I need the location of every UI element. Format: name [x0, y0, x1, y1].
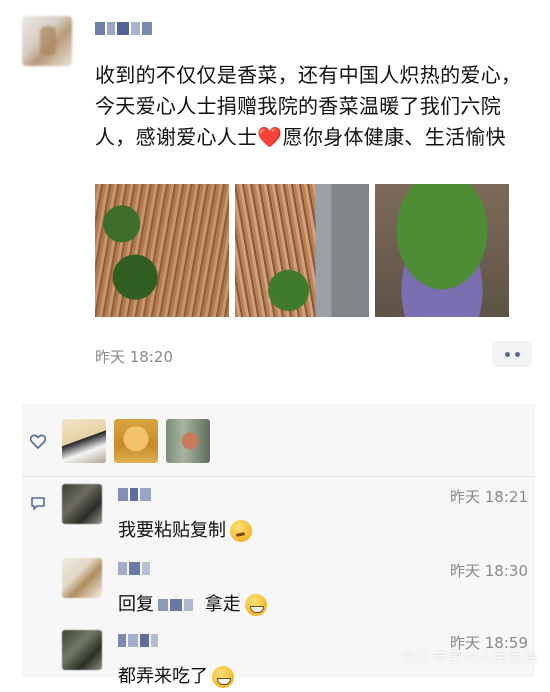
liker-avatar[interactable]	[114, 419, 158, 463]
liker-avatar[interactable]	[166, 419, 210, 463]
commenter-avatar[interactable]	[62, 630, 102, 670]
post-photo-3[interactable]	[375, 184, 509, 317]
heart-outline-icon	[30, 434, 46, 449]
comments-panel: 昨天 18:21 我要粘贴复制 昨天 18:30 回复 拿走 昨天 18:59 …	[22, 404, 535, 688]
commenter-avatar[interactable]	[62, 558, 102, 598]
poster-avatar[interactable]	[22, 16, 72, 66]
watermark: 内江市第六人民医院	[403, 650, 538, 666]
poster-name-blurred[interactable]	[95, 22, 152, 35]
heart-emoji-icon: ❤️	[257, 125, 283, 149]
commenter-avatar[interactable]	[62, 484, 102, 524]
comment-text: 都弄来吃了	[118, 662, 234, 688]
post-time: 昨天 18:20	[95, 348, 173, 366]
comment-bubble-icon	[31, 497, 45, 510]
comment-time: 昨天 18:21	[450, 488, 528, 506]
comment-text: 回复 拿走	[118, 590, 267, 616]
thinking-emoji-icon	[230, 520, 252, 542]
commenter-name-blurred[interactable]	[118, 562, 150, 575]
commenter-name-blurred[interactable]	[118, 488, 151, 501]
grin-emoji-icon	[212, 666, 234, 688]
comment-time: 昨天 18:30	[450, 562, 528, 580]
dot-icon	[504, 351, 510, 357]
comment-text: 我要粘贴复制	[118, 516, 252, 542]
grin-emoji-icon	[244, 594, 267, 616]
commenter-name-blurred[interactable]	[118, 634, 158, 647]
post-photo-2[interactable]	[235, 184, 369, 317]
likes-row	[22, 404, 535, 476]
divider	[22, 476, 535, 477]
post-text: 收到的不仅仅是香菜，还有中国人炽热的爱心，今天爱心人士捐赠我院的香菜温暖了我们六…	[95, 63, 522, 149]
more-options-button[interactable]	[492, 341, 532, 367]
comment-item[interactable]: 昨天 18:21 我要粘贴复制	[62, 484, 532, 546]
reply-target-name-blurred[interactable]	[158, 595, 195, 616]
comment-item[interactable]: 昨天 18:30 回复 拿走	[62, 558, 532, 620]
liker-avatar[interactable]	[62, 419, 106, 463]
dot-icon	[514, 351, 520, 357]
post-photo-1[interactable]	[95, 184, 229, 317]
